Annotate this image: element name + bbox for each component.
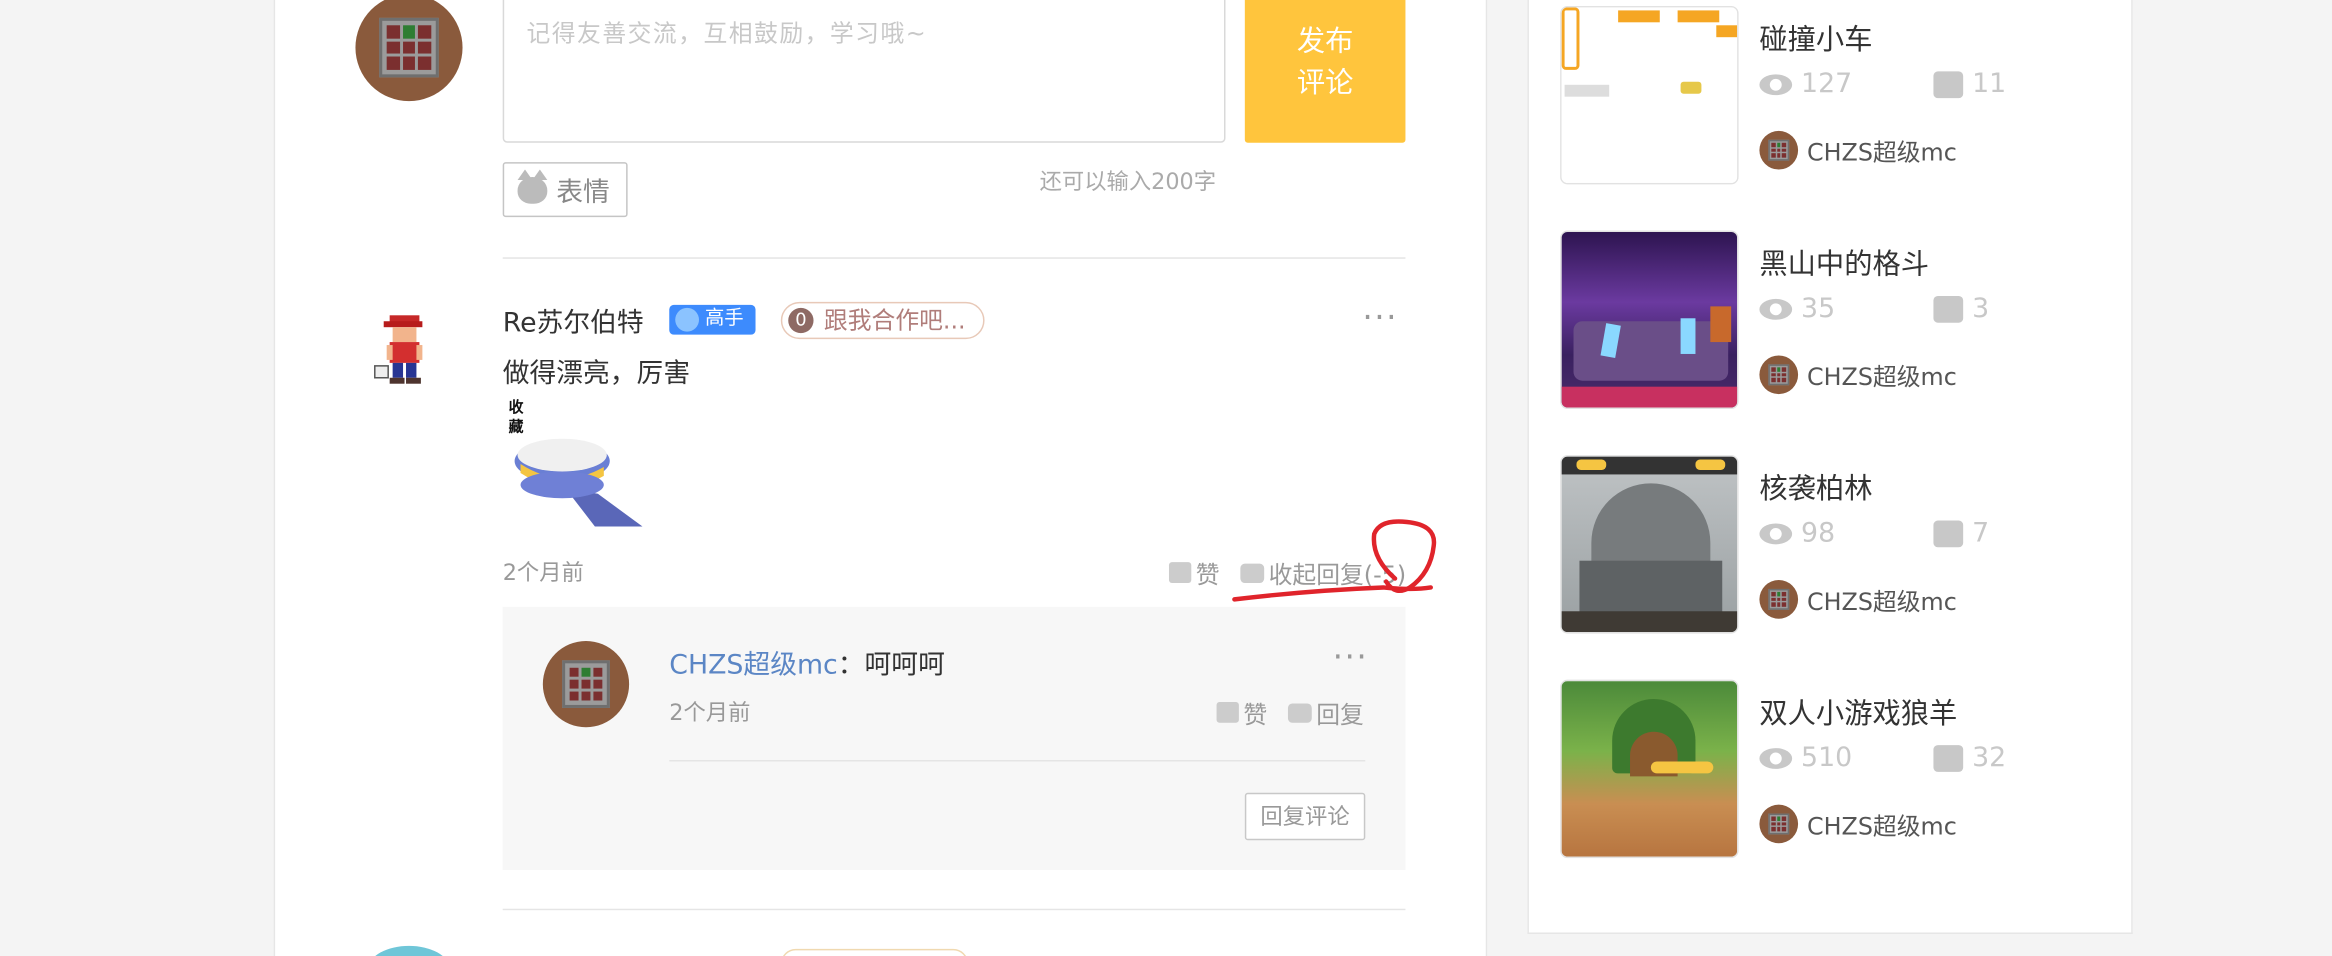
divider <box>502 908 1406 911</box>
comment-text: 做得漂亮，厉害 <box>502 358 691 390</box>
char-count: 还可以输入200字 <box>1039 168 1217 195</box>
thumbs-up-icon <box>1933 519 1964 547</box>
author-avatar <box>1759 130 1799 170</box>
pixel-character-avatar <box>374 315 423 384</box>
like-count-value: 11 <box>1972 68 2007 100</box>
eye-icon <box>1759 73 1793 95</box>
eye-icon <box>1759 522 1793 544</box>
reply-user-avatar[interactable] <box>542 641 630 728</box>
red-annotation-mark <box>1232 519 1437 602</box>
reply-content: CHZS超级mc：呵呵呵 <box>669 644 945 683</box>
thumbs-up-icon <box>1933 744 1964 772</box>
next-comment-badge <box>780 948 969 956</box>
thumbs-up-icon <box>1216 701 1239 723</box>
comment-textarea[interactable]: 记得友善交流，互相鼓励，学习哦~ <box>502 0 1226 143</box>
view-count-value: 510 <box>1801 742 1853 774</box>
game-author[interactable]: CHZS超级mc <box>1759 355 1957 395</box>
eye-icon <box>1759 747 1793 769</box>
reply-more-icon[interactable]: ··· <box>1333 640 1369 677</box>
author-avatar <box>1759 355 1799 395</box>
game-item[interactable]: 核袭柏林 98 7 CHZS超级mc <box>1560 455 2095 634</box>
game-thumbnail[interactable] <box>1560 5 1739 185</box>
game-thumbnail[interactable] <box>1560 679 1739 859</box>
coop-count: 0 <box>788 307 814 334</box>
page: 记得友善交流，互相鼓励，学习哦~ 发布 评论 表情 还可以输入200字 Re苏尔… <box>0 0 2332 956</box>
publish-label-line2: 评论 <box>1296 66 1354 100</box>
comment-author-name[interactable]: Re苏尔伯特 <box>503 302 644 341</box>
divider <box>669 759 1366 762</box>
game-author[interactable]: CHZS超级mc <box>1759 580 1957 619</box>
view-count: 98 <box>1759 518 1835 549</box>
reply-separator: ： <box>837 649 865 682</box>
author-avatar <box>1759 804 1799 844</box>
author-avatar <box>1759 580 1799 619</box>
divider <box>502 257 1406 259</box>
game-title[interactable]: 双人小游戏狼羊 <box>1759 692 1957 732</box>
reply-like-button[interactable]: 赞 <box>1216 695 1268 731</box>
game-author[interactable]: CHZS超级mc <box>1759 804 1957 844</box>
view-count: 510 <box>1759 742 1852 773</box>
like-count: 11 <box>1933 68 2007 100</box>
view-count-value: 98 <box>1801 517 1836 549</box>
comment-bubble-icon <box>1287 702 1312 723</box>
cooperation-badge[interactable]: 0 跟我合作吧... <box>780 301 985 340</box>
like-count: 32 <box>1933 742 2006 773</box>
like-count-value: 3 <box>1972 292 1990 325</box>
game-title[interactable]: 核袭柏林 <box>1759 467 1872 507</box>
publish-comment-button[interactable]: 发布 评论 <box>1244 0 1406 143</box>
view-count: 35 <box>1759 293 1835 324</box>
like-label: 赞 <box>1195 560 1220 589</box>
comment-placeholder: 记得友善交流，互相鼓励，学习哦~ <box>526 19 928 48</box>
level-badge: 高手 <box>669 304 756 335</box>
comment-time: 2个月前 <box>502 559 584 586</box>
game-item[interactable]: 碰撞小车 127 11 CHZS超级mc <box>1560 5 2095 185</box>
reply-author-name[interactable]: CHZS超级mc <box>669 650 838 681</box>
author-name: CHZS超级mc <box>1807 587 1957 616</box>
comment-more-icon[interactable]: ··· <box>1362 300 1398 337</box>
reply-text: 呵呵呵 <box>864 649 945 682</box>
game-author[interactable]: CHZS超级mc <box>1759 130 1957 170</box>
thumbs-up-icon <box>1933 295 1964 322</box>
game-title[interactable]: 黑山中的格斗 <box>1759 242 1929 282</box>
reply-time: 2个月前 <box>669 699 751 726</box>
like-button[interactable]: 赞 <box>1168 555 1220 591</box>
reply-comment-button[interactable]: 回复评论 <box>1244 792 1366 841</box>
view-count: 127 <box>1759 68 1853 100</box>
like-count-value: 32 <box>1972 742 2007 774</box>
emoji-label: 表情 <box>556 176 610 208</box>
hat-sticker-image: 收藏 <box>506 399 655 533</box>
author-name: CHZS超级mc <box>1807 812 1957 841</box>
coop-label: 跟我合作吧... <box>823 306 966 335</box>
thumbs-up-icon <box>1168 562 1192 584</box>
author-name: CHZS超级mc <box>1807 138 1957 167</box>
author-name: CHZS超级mc <box>1807 362 1957 392</box>
like-count: 7 <box>1933 518 1989 549</box>
sticker-text: 收藏 <box>508 400 524 436</box>
publish-label-line1: 发布 <box>1296 25 1354 59</box>
like-count-value: 7 <box>1972 517 1990 549</box>
like-count: 3 <box>1933 293 1989 324</box>
game-thumbnail[interactable] <box>1560 230 1739 409</box>
reply-reply-label: 回复 <box>1316 700 1364 729</box>
game-item[interactable]: 双人小游戏狼羊 510 32 CHZS超级mc <box>1560 679 2095 859</box>
eye-icon <box>1759 298 1793 320</box>
game-thumbnail[interactable] <box>1560 455 1739 634</box>
cat-emoji-icon <box>517 168 548 204</box>
view-count-value: 35 <box>1801 292 1836 325</box>
game-title[interactable]: 碰撞小车 <box>1759 18 1872 58</box>
thumbs-up-icon <box>1933 70 1964 98</box>
reply-reply-button[interactable]: 回复 <box>1287 695 1364 731</box>
view-count-value: 127 <box>1801 68 1853 100</box>
reply-like-label: 赞 <box>1243 700 1268 729</box>
game-item[interactable]: 黑山中的格斗 35 3 CHZS超级mc <box>1560 230 2095 409</box>
emoji-button[interactable]: 表情 <box>502 162 628 218</box>
